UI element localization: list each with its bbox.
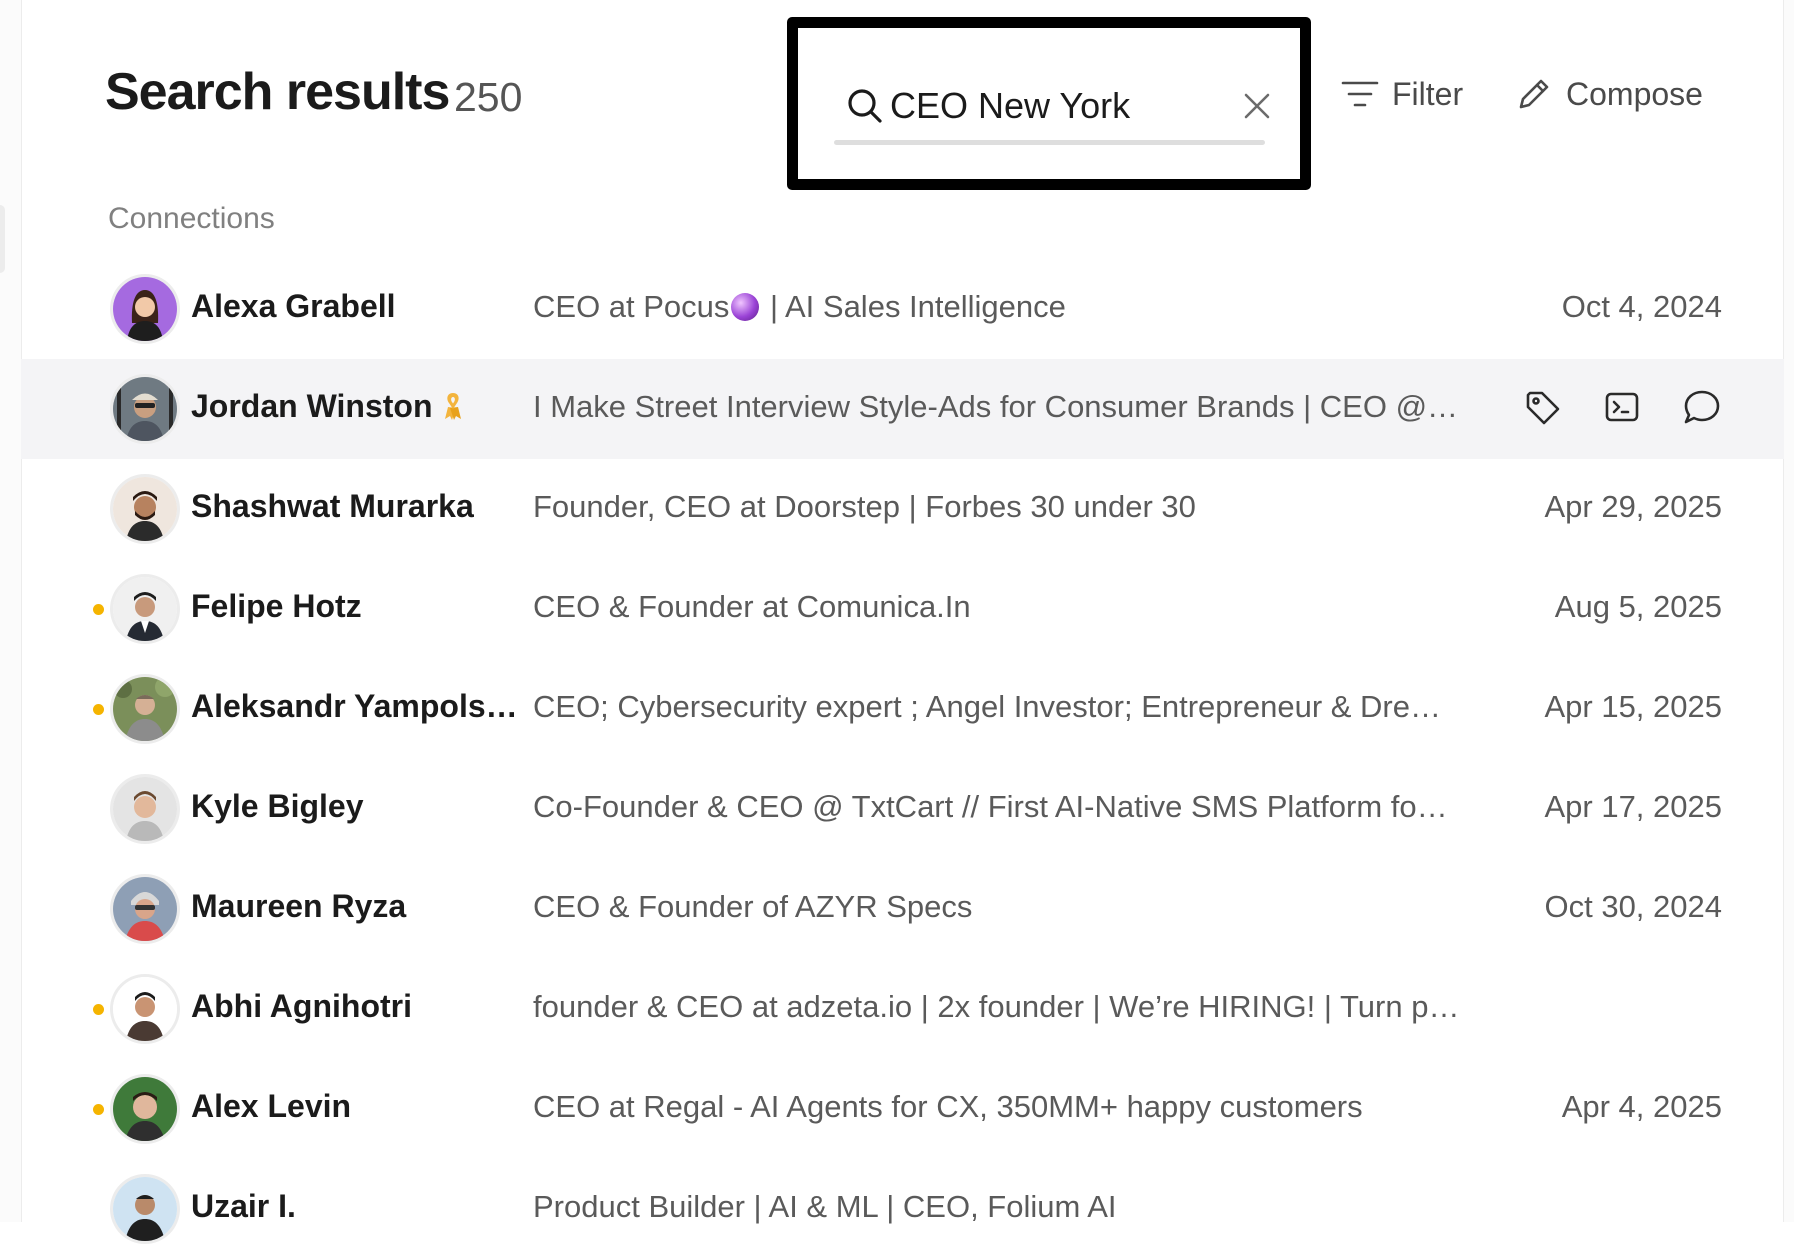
filter-icon xyxy=(1341,81,1379,107)
contact-headline: Product Builder | AI & ML | CEO, Folium … xyxy=(533,1189,1117,1224)
avatar xyxy=(113,477,177,541)
unread-indicator xyxy=(93,1104,104,1115)
terminal-note-icon[interactable] xyxy=(1602,387,1642,427)
left-sidebar-edge xyxy=(0,0,22,1222)
contact-name[interactable]: Felipe Hotz xyxy=(191,588,362,625)
clear-search-icon[interactable] xyxy=(1241,90,1273,122)
contact-name[interactable]: Kyle Bigley xyxy=(191,788,364,825)
avatar xyxy=(113,577,177,641)
contact-headline: CEO at Pocus | AI Sales Intelligence xyxy=(533,289,1066,325)
search-box[interactable] xyxy=(787,17,1311,190)
right-panel-edge xyxy=(1783,0,1794,1222)
connections-list: Alexa Grabell CEO at Pocus | AI Sales In… xyxy=(21,259,1784,1259)
tag-icon[interactable] xyxy=(1522,387,1562,427)
contact-row[interactable]: Shashwat Murarka Founder, CEO at Doorste… xyxy=(21,459,1784,559)
unread-indicator xyxy=(93,1004,104,1015)
compose-button[interactable]: Compose xyxy=(1515,70,1703,118)
results-count: 250 xyxy=(454,74,523,120)
avatar xyxy=(113,677,177,741)
contact-headline: founder & CEO at adzeta.io | 2x founder … xyxy=(533,989,1460,1024)
filter-label: Filter xyxy=(1392,75,1464,112)
unread-indicator xyxy=(93,704,104,715)
contact-row[interactable]: Uzair I. Product Builder | AI & ML | CEO… xyxy=(21,1159,1784,1259)
contact-name[interactable]: Maureen Ryza xyxy=(191,888,406,925)
contact-row[interactable]: Kyle Bigley Co-Founder & CEO @ TxtCart /… xyxy=(21,759,1784,859)
contact-headline: Founder, CEO at Doorstep | Forbes 30 und… xyxy=(533,489,1196,524)
search-icon xyxy=(848,89,882,123)
ribbon-icon xyxy=(445,393,462,420)
search-underline xyxy=(834,140,1265,145)
avatar xyxy=(113,377,177,441)
headline-part: CEO at Pocus xyxy=(533,289,730,324)
contact-date: Oct 4, 2024 xyxy=(1561,289,1722,324)
contact-headline: Co-Founder & CEO @ TxtCart // First AI-N… xyxy=(533,789,1448,824)
contact-headline: CEO; Cybersecurity expert ; Angel Invest… xyxy=(533,689,1441,724)
avatar xyxy=(113,777,177,841)
contact-date: Oct 30, 2024 xyxy=(1544,889,1722,924)
contact-row[interactable]: Jordan Winston I Make Street Interview S… xyxy=(21,359,1784,459)
contact-name[interactable]: Uzair I. xyxy=(191,1188,296,1225)
contact-headline: CEO at Regal - AI Agents for CX, 350MM+ … xyxy=(533,1089,1363,1124)
contact-date: Apr 17, 2025 xyxy=(1544,789,1722,824)
filter-button[interactable]: Filter xyxy=(1341,70,1463,118)
contact-date: Apr 29, 2025 xyxy=(1544,489,1722,524)
contact-row[interactable]: Alex Levin CEO at Regal - AI Agents for … xyxy=(21,1059,1784,1159)
avatar xyxy=(113,977,177,1041)
avatar xyxy=(113,877,177,941)
contact-row[interactable]: Alexa Grabell CEO at Pocus | AI Sales In… xyxy=(21,259,1784,359)
search-input[interactable] xyxy=(890,81,1210,131)
contact-name[interactable]: Abhi Agnihotri xyxy=(191,988,412,1025)
contact-date: Apr 15, 2025 xyxy=(1544,689,1722,724)
row-actions xyxy=(1522,387,1722,427)
avatar xyxy=(113,277,177,341)
contact-headline: I Make Street Interview Style-Ads for Co… xyxy=(533,389,1459,424)
avatar xyxy=(113,1177,177,1241)
contact-row[interactable]: Aleksandr Yampols… CEO; Cybersecurity ex… xyxy=(21,659,1784,759)
contact-headline: CEO & Founder of AZYR Specs xyxy=(533,889,973,924)
contact-row[interactable]: Maureen Ryza CEO & Founder of AZYR Specs… xyxy=(21,859,1784,959)
avatar xyxy=(113,1077,177,1141)
contact-name[interactable]: Alex Levin xyxy=(191,1088,351,1125)
section-label-connections: Connections xyxy=(108,202,275,235)
contact-name[interactable]: Alexa Grabell xyxy=(191,288,396,325)
contact-row[interactable]: Abhi Agnihotri founder & CEO at adzeta.i… xyxy=(21,959,1784,1059)
unread-indicator xyxy=(93,604,104,615)
contact-name[interactable]: Jordan Winston xyxy=(191,388,464,425)
crystal-ball-icon xyxy=(731,293,760,321)
contact-name[interactable]: Aleksandr Yampols… xyxy=(191,688,518,725)
contact-name-text: Jordan Winston xyxy=(191,388,433,424)
headline-part: | AI Sales Intelligence xyxy=(761,289,1066,324)
contact-headline: CEO & Founder at Comunica.In xyxy=(533,589,971,624)
compose-label: Compose xyxy=(1566,75,1703,112)
message-icon[interactable] xyxy=(1682,387,1722,427)
pencil-icon xyxy=(1519,79,1549,109)
contact-name[interactable]: Shashwat Murarka xyxy=(191,488,474,525)
contact-row[interactable]: Felipe Hotz CEO & Founder at Comunica.In… xyxy=(21,559,1784,659)
contact-date: Aug 5, 2025 xyxy=(1554,589,1722,624)
contact-date: Apr 4, 2025 xyxy=(1561,1089,1722,1124)
sidebar-collapse-handle[interactable] xyxy=(0,205,5,273)
page-title: Search results xyxy=(105,63,450,121)
